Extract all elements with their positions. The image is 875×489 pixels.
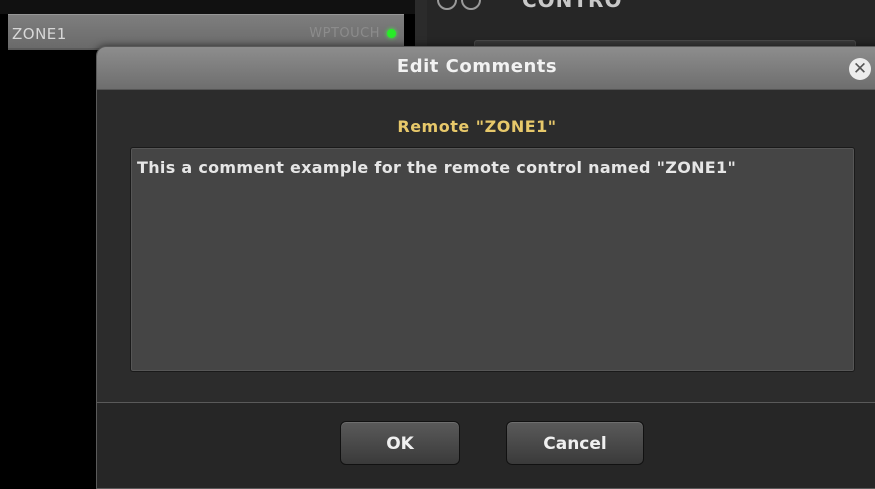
dialog-footer [97, 403, 875, 488]
remote-name-heading: Remote "ZONE1" [397, 117, 557, 136]
radio-icon[interactable] [437, 0, 457, 10]
zone-name: ZONE1 [12, 25, 67, 43]
zone-list-item[interactable]: ZONE1 WPTOUCH [8, 14, 404, 48]
dialog-title: Edit Comments [396, 56, 558, 77]
ok-button[interactable]: OK [340, 421, 460, 465]
radio-icon[interactable] [461, 0, 481, 10]
status-led-icon [387, 29, 396, 38]
comment-textarea[interactable]: This a comment example for the remote co… [130, 147, 855, 372]
panel-title: CONTRO [522, 0, 623, 12]
edit-comments-dialog: Edit Comments ✕ Remote "ZONE1" This a co… [96, 46, 875, 489]
zone-device-type: WPTOUCH [309, 26, 380, 41]
close-icon[interactable]: ✕ [849, 58, 871, 80]
list-top-strip [0, 0, 415, 14]
cancel-button[interactable]: Cancel [506, 421, 644, 465]
dialog-titlebar[interactable]: Edit Comments ✕ [97, 47, 875, 90]
